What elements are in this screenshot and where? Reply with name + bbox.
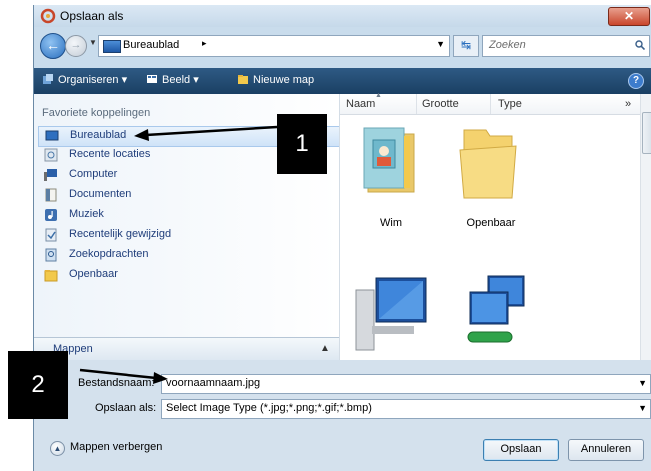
callout-1: 1	[277, 114, 327, 174]
arrow-line-1	[145, 125, 278, 137]
annotation-arrows	[79, 125, 278, 384]
callout-2: 2	[8, 351, 68, 419]
arrowhead-1	[134, 129, 149, 141]
arrow-line-2	[79, 368, 157, 380]
arrowhead-2	[153, 372, 168, 384]
